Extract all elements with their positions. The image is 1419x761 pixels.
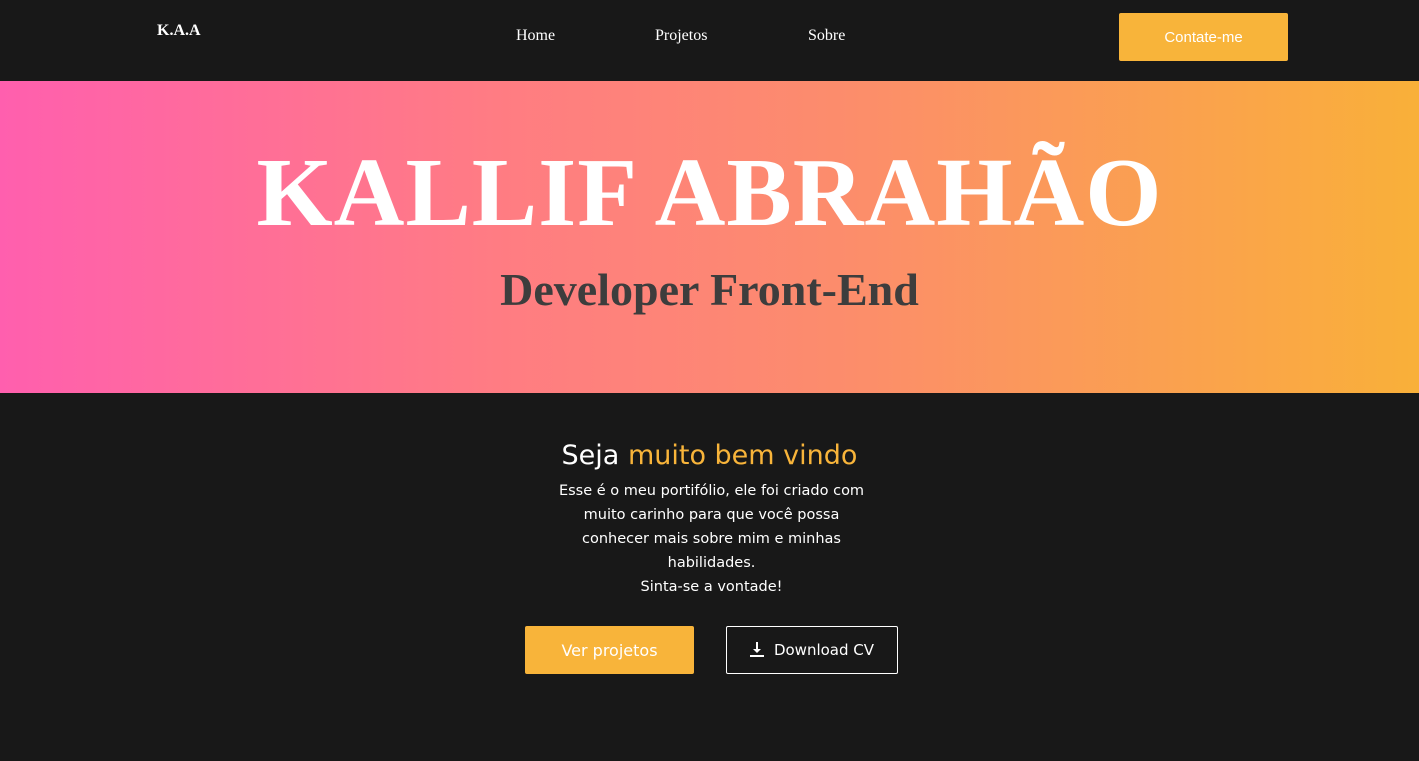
intro-line: Esse é o meu portifólio, ele foi criado … (558, 483, 865, 499)
intro-line: habilidades. (667, 555, 756, 571)
intro-line: Sinta-se a vontade! (640, 579, 783, 595)
contact-button[interactable]: Contate-me (1119, 13, 1288, 61)
logo[interactable]: K.A.A (157, 22, 201, 40)
intro-line: conhecer mais sobre mim e minhas (581, 531, 841, 547)
hero-name: KALLIF ABRAHÃO (256, 139, 1163, 247)
intro-text: Esse é o meu portifólio, ele foi criado … (540, 479, 883, 599)
hero-role: Developer Front-End (500, 264, 919, 315)
welcome-heading: Seja muito bem vindo (0, 437, 1419, 475)
nav-link-projetos[interactable]: Projetos (655, 27, 707, 45)
download-cv-label: Download CV (773, 641, 875, 659)
nav-link-sobre[interactable]: Sobre (808, 27, 845, 45)
hero-banner: KALLIF ABRAHÃO Developer Front-End (0, 81, 1419, 393)
welcome-prefix: Seja (561, 440, 628, 471)
navbar: K.A.A Home Projetos Sobre Contate-me (0, 0, 1419, 81)
download-cv-button[interactable]: Download CV (726, 626, 898, 674)
view-projects-button[interactable]: Ver projetos (525, 626, 694, 674)
intro-line: muito carinho para que você possa (583, 507, 840, 523)
download-icon (749, 642, 764, 657)
nav-link-home[interactable]: Home (516, 27, 555, 45)
welcome-highlight: muito bem vindo (627, 440, 858, 471)
